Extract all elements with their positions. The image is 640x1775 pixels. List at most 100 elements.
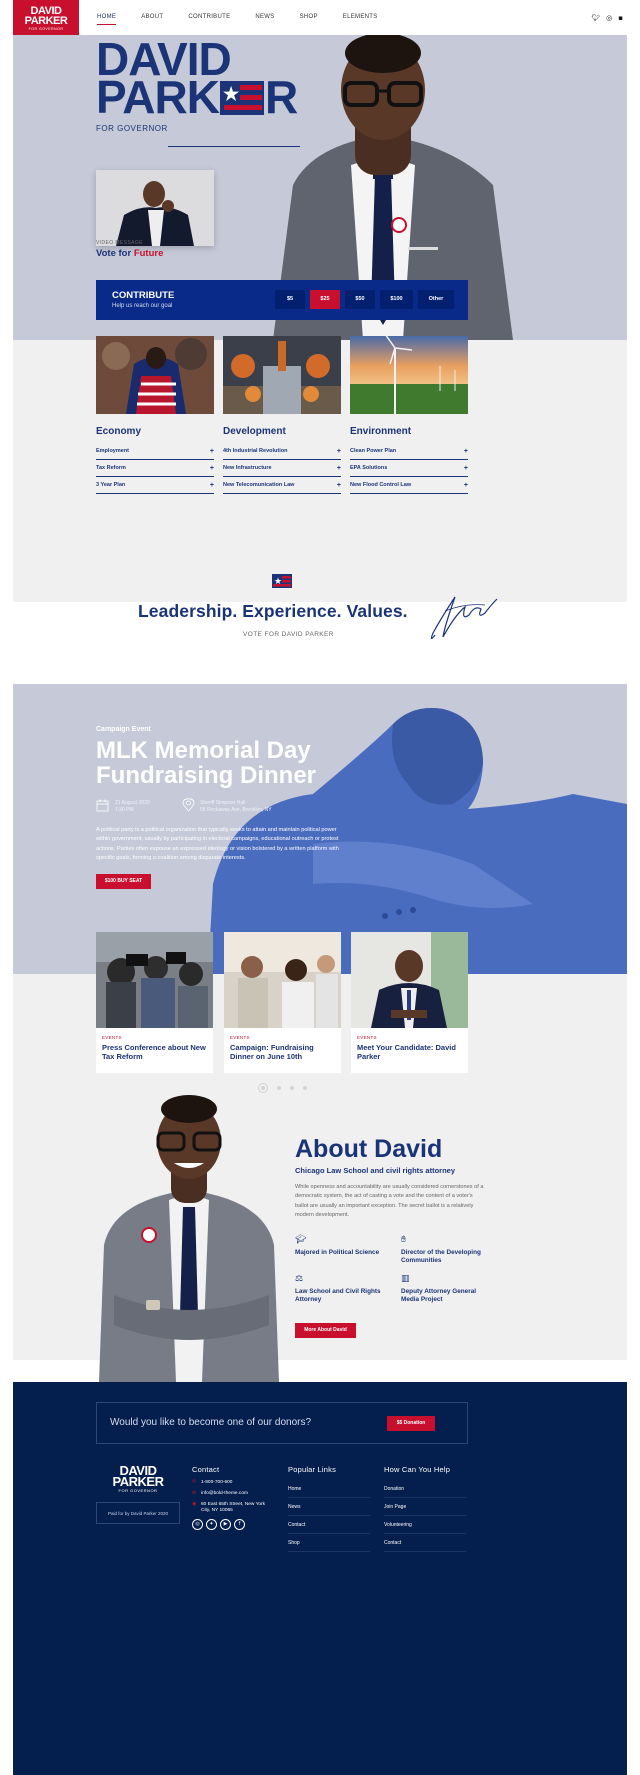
policy-item[interactable]: New Telecomunication Law + [223, 477, 341, 494]
footer-link[interactable]: Join Page [384, 1498, 466, 1516]
feature-text: Law School and Civil Rights Attorney [295, 1288, 381, 1303]
event-date-line1: 21 August 2020 [115, 800, 150, 806]
flag-letter-icon: ★ [219, 81, 264, 115]
instagram-icon[interactable]: ◎ [606, 14, 612, 22]
contribute-amounts: $5 $25 $50 $100 Other [275, 290, 454, 309]
footer-link[interactable]: Contact [288, 1516, 370, 1534]
policy-card-environment: Environment Clean Power Plan + EPA Soluti… [350, 336, 468, 494]
plus-icon: + [336, 447, 341, 455]
buy-seat-button[interactable]: $100 BUY SEAT [96, 874, 151, 889]
address-line2: City, NY 10065 [201, 1508, 233, 1513]
footer-link[interactable]: Contact [384, 1534, 466, 1552]
about-feature: 🎓︎ Majored in Political Science [295, 1235, 385, 1257]
amount-25-button[interactable]: $25 [310, 290, 340, 309]
main-nav: HOME ABOUT CONTRIBUTE NEWS SHOP ELEMENTS [97, 14, 403, 25]
about-feature: ✋︎ Director of the Developing Communitie… [401, 1235, 491, 1264]
nav-shop[interactable]: SHOP [300, 14, 318, 25]
footer-link[interactable]: Volunteering [384, 1516, 466, 1534]
policy-item[interactable]: New Flood Control Law + [350, 477, 468, 494]
news-card[interactable]: EVENTS Press Conference about New Tax Re… [96, 932, 213, 1073]
news-card[interactable]: EVENTS Campaign: Fundraising Dinner on J… [224, 932, 341, 1073]
policy-item[interactable]: Clean Power Plan + [350, 443, 468, 460]
plus-icon: + [209, 447, 214, 455]
site-header: DAVID PARKER FOR GOVERNOR HOME ABOUT CON… [13, 0, 627, 35]
amount-50-button[interactable]: $50 [345, 290, 375, 309]
event-date-line2: 7:30 PM [115, 806, 134, 813]
policy-item[interactable]: 3 Year Plan + [96, 477, 214, 494]
footer-link[interactable]: Donation [384, 1480, 466, 1498]
news-kicker: EVENTS [357, 1035, 377, 1040]
policy-image-environment [350, 336, 468, 414]
policy-item-label: EPA Solutions [350, 465, 388, 471]
contact-email[interactable]: ✉ info@bold-theme.com [192, 1491, 274, 1497]
amount-5-button[interactable]: $5 [275, 290, 305, 309]
hero-divider [168, 146, 300, 147]
policy-item-label: Tax Reform [96, 465, 126, 471]
about-title: About David [295, 1135, 443, 1163]
plus-icon: + [336, 464, 341, 472]
policy-item-label: Employment [96, 448, 130, 454]
nav-contribute[interactable]: CONTRIBUTE [188, 14, 230, 25]
policy-item[interactable]: New Infrastructure + [223, 460, 341, 477]
policy-item-label: 3 Year Plan [96, 482, 126, 488]
instagram-icon[interactable]: ◎ [192, 1519, 203, 1530]
news-image-press [96, 932, 213, 1028]
policy-item[interactable]: 4th Industrial Revolution + [223, 443, 341, 460]
about-description: While openness and accountability are us… [295, 1184, 484, 1219]
policy-card-development: Development 4th Industrial Revolution + N… [223, 336, 341, 494]
signature-icon [430, 596, 498, 640]
graduation-cap-icon: 🎓︎ [295, 1235, 307, 1245]
amount-100-button[interactable]: $100 [380, 290, 413, 309]
donation-button[interactable]: $5 Donation [387, 1416, 435, 1431]
site-logo[interactable]: DAVID PARKER FOR GOVERNOR [13, 0, 79, 35]
twitter-icon[interactable]: 🐦︎ [591, 14, 600, 22]
footer-logo[interactable]: DAVID PARKER FOR GOVERNOR [96, 1464, 180, 1495]
facebook-icon[interactable]: ▪ [618, 14, 623, 22]
donor-callout: Would you like to become one of our dono… [96, 1402, 468, 1444]
flag-icon: ★ [272, 574, 292, 588]
nav-elements[interactable]: ELEMENTS [343, 14, 378, 25]
footer-link[interactable]: Shop [288, 1534, 370, 1552]
plus-icon: + [463, 447, 468, 455]
footer-link[interactable]: News [288, 1498, 370, 1516]
paid-for-notice: Paid for by David Parker 2020 [96, 1502, 180, 1524]
candidate-name: DAVID PARK ★ R [96, 36, 298, 120]
amount-other-button[interactable]: Other [418, 290, 454, 309]
carousel-dot[interactable] [277, 1086, 281, 1090]
nav-home[interactable]: HOME [97, 14, 117, 25]
video-thumbnail[interactable] [96, 170, 214, 246]
scales-icon: ⚖︎ [295, 1274, 304, 1284]
calendar-icon [96, 799, 109, 812]
contact-phone[interactable]: ✆ 1-800-700-600 [192, 1480, 274, 1486]
feature-text: Director of the Developing Communities [401, 1249, 481, 1264]
carousel-dot-active[interactable] [258, 1083, 268, 1093]
donor-question: Would you like to become one of our dono… [110, 1417, 312, 1428]
policy-item[interactable]: Tax Reform + [96, 460, 214, 477]
footer-popular-links: Popular Links Home News Contact Shop [288, 1465, 370, 1552]
twitter-icon[interactable]: ✦ [206, 1519, 217, 1530]
hero-subtitle: FOR GOVERNOR [96, 124, 168, 133]
carousel-dot[interactable] [303, 1086, 307, 1090]
handshake-icon: ✋︎ [401, 1235, 407, 1245]
nav-about[interactable]: ABOUT [141, 14, 163, 25]
nav-news[interactable]: NEWS [255, 14, 274, 25]
policy-item-label: 4th Industrial Revolution [223, 448, 288, 454]
more-about-button[interactable]: More About David [295, 1323, 356, 1338]
name-line2: PARK ★ R [96, 74, 298, 120]
policy-item[interactable]: EPA Solutions + [350, 460, 468, 477]
policy-item[interactable]: Employment + [96, 443, 214, 460]
youtube-icon[interactable]: ▶ [220, 1519, 231, 1530]
policy-card-economy: Economy Employment + Tax Reform + 3 Year P… [96, 336, 214, 494]
footer-link[interactable]: Home [288, 1480, 370, 1498]
carousel-dot[interactable] [290, 1086, 294, 1090]
header-social: 🐦︎ ◎ ▪ [591, 14, 623, 22]
news-image-candidate [351, 932, 468, 1028]
contact-phone-text: 1-800-700-600 [201, 1480, 233, 1485]
policy-title-development: Development [223, 426, 286, 437]
contribute-subtitle: Help us reach our goal [112, 303, 173, 309]
plus-icon: + [463, 481, 468, 489]
name-line2-b: R [264, 71, 298, 123]
video-title-b: Future [133, 248, 164, 259]
facebook-icon[interactable]: f [234, 1519, 245, 1530]
news-card[interactable]: EVENTS Meet Your Candidate: David Parker [351, 932, 468, 1073]
